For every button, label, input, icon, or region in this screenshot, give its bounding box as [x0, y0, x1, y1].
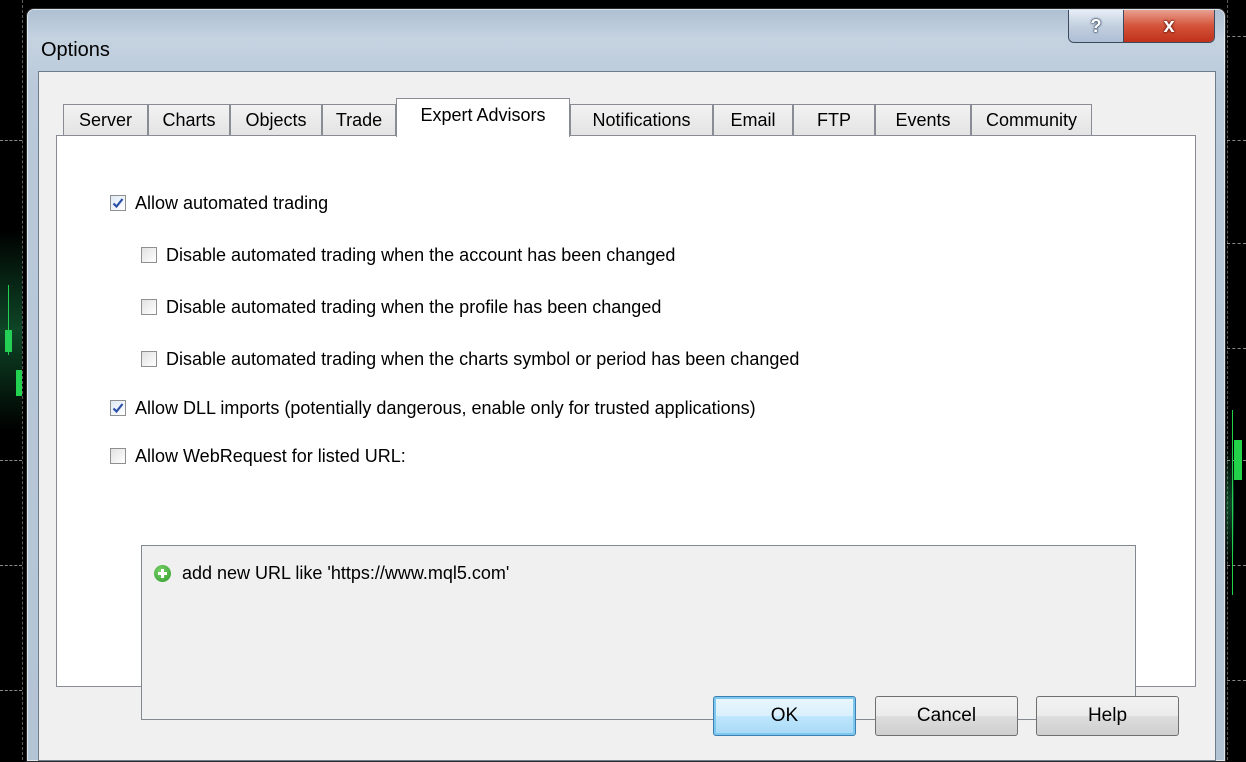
option-label: Allow automated trading — [135, 192, 329, 213]
checkbox-unchecked[interactable] — [110, 448, 126, 464]
tab-events[interactable]: Events — [875, 104, 971, 136]
chart-grid-line — [1227, 243, 1246, 244]
option-disable-on-symbol-period-change[interactable]: Disable automated trading when the chart… — [141, 348, 799, 370]
option-disable-on-profile-change[interactable]: Disable automated trading when the profi… — [141, 296, 661, 318]
chart-grid-line — [1227, 348, 1246, 349]
chart-grid-line — [1227, 140, 1246, 141]
tab-trade[interactable]: Trade — [322, 104, 396, 136]
ok-button[interactable]: OK — [713, 696, 856, 736]
tab-email[interactable]: Email — [713, 104, 793, 136]
close-icon: x — [1163, 14, 1175, 37]
chart-grid-line — [1227, 0, 1228, 760]
url-list[interactable]: add new URL like 'https://www.mql5.com' — [141, 545, 1136, 720]
tab-label: Trade — [335, 110, 383, 130]
option-label: Disable automated trading when the profi… — [166, 296, 662, 317]
add-url-row[interactable]: add new URL like 'https://www.mql5.com' — [154, 563, 509, 584]
tab-label: Email — [730, 110, 776, 130]
chart-grid-line — [22, 0, 23, 760]
help-button[interactable]: Help — [1036, 696, 1179, 736]
tab-label: Events — [895, 110, 951, 130]
cancel-button[interactable]: Cancel — [875, 696, 1018, 736]
checkbox-checked[interactable] — [110, 195, 126, 211]
chart-grid-line — [1227, 565, 1246, 566]
close-button[interactable]: x — [1124, 10, 1214, 42]
option-label: Allow DLL imports (potentially dangerous… — [135, 397, 756, 418]
chart-grid-line — [0, 690, 22, 691]
tab-expert-advisors[interactable]: Expert Advisors — [396, 98, 570, 137]
tab-label: Server — [78, 110, 132, 130]
tab-label: FTP — [817, 110, 851, 130]
option-allow-webrequest[interactable]: Allow WebRequest for listed URL: — [110, 445, 406, 467]
checkbox-unchecked[interactable] — [141, 351, 157, 367]
chart-candle — [1234, 440, 1242, 480]
options-dialog: Options ? x Server Charts Objects Trade … — [26, 8, 1226, 762]
tab-notifications[interactable]: Notifications — [570, 104, 713, 136]
chart-grid-line — [0, 140, 22, 141]
chart-grid-line — [1227, 36, 1246, 37]
add-circle-icon[interactable] — [154, 565, 171, 582]
tab-ftp[interactable]: FTP — [793, 104, 875, 136]
question-mark-icon: ? — [1090, 15, 1102, 36]
caption-buttons: ? x — [1068, 10, 1215, 43]
add-url-text: add new URL like 'https://www.mql5.com' — [182, 563, 510, 583]
tab-label: Charts — [162, 110, 216, 130]
tab-server[interactable]: Server — [63, 104, 148, 136]
tab-label: Expert Advisors — [420, 105, 546, 125]
tab-label: Community — [985, 110, 1078, 130]
option-label: Disable automated trading when the chart… — [166, 348, 800, 369]
option-disable-on-account-change[interactable]: Disable automated trading when the accou… — [141, 244, 675, 266]
window-title: Options — [41, 39, 110, 61]
checkbox-checked[interactable] — [110, 400, 126, 416]
help-caption-button[interactable]: ? — [1069, 10, 1124, 42]
chart-grid-line — [0, 460, 22, 461]
check-icon — [112, 198, 124, 209]
chart-grid-line — [0, 565, 22, 566]
tab-label: Objects — [245, 110, 307, 130]
option-allow-automated-trading[interactable]: Allow automated trading — [110, 192, 328, 214]
tab-community[interactable]: Community — [971, 104, 1092, 136]
chart-candle-shadow — [0, 230, 22, 430]
checkbox-unchecked[interactable] — [141, 247, 157, 263]
check-icon — [112, 403, 124, 414]
tab-objects[interactable]: Objects — [230, 104, 322, 136]
chart-grid-line — [1227, 680, 1246, 681]
option-label: Allow WebRequest for listed URL: — [135, 445, 406, 466]
dialog-client-area: Server Charts Objects Trade Expert Advis… — [38, 71, 1216, 761]
option-label: Disable automated trading when the accou… — [166, 244, 676, 265]
tab-charts[interactable]: Charts — [148, 104, 230, 136]
option-allow-dll-imports[interactable]: Allow DLL imports (potentially dangerous… — [110, 397, 756, 419]
checkbox-unchecked[interactable] — [141, 299, 157, 315]
tab-label: Notifications — [592, 110, 691, 130]
expert-advisors-panel: Allow automated trading Disable automate… — [56, 135, 1196, 720]
